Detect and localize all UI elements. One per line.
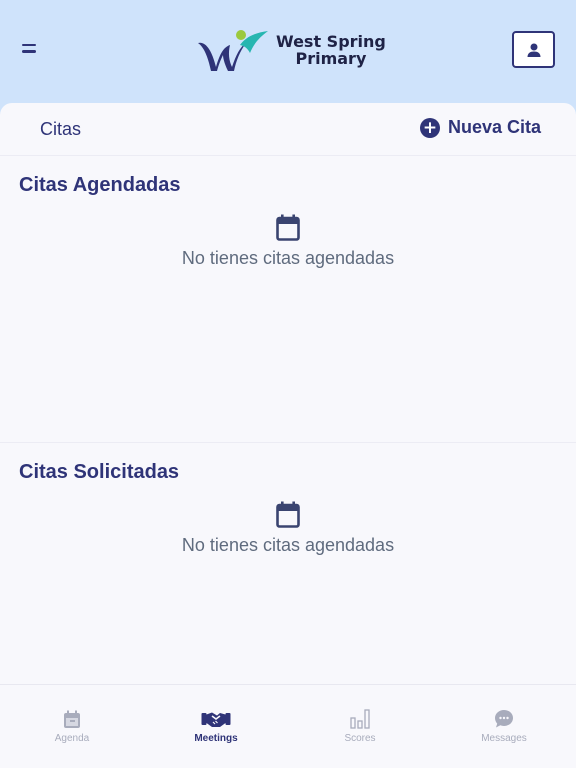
person-icon [527,43,540,57]
section-title: Citas Solicitadas [19,461,180,483]
profile-button[interactable] [512,31,555,68]
chat-bubble-icon [495,710,513,728]
calendar-icon [64,710,80,728]
bar-chart-icon [350,709,370,729]
logo-text-line2: Primary [295,49,367,68]
section-title: Citas Agendadas [19,174,181,196]
tab-messages[interactable]: Messages [432,685,576,768]
scheduled-appointments-section: Citas Agendadas No tienes citas agendada… [0,157,576,443]
tab-meetings[interactable]: Meetings [144,685,288,768]
page-title: Citas [40,119,82,139]
tab-label: Messages [481,733,527,744]
logo-text-line1: West Spring [276,32,386,51]
meetings-panel: Citas + Nueva Cita Citas Agendadas No ti… [0,103,576,684]
new-appointment-label: Nueva Cita [448,117,542,137]
plus-circle-icon: + [420,117,440,138]
tab-label: Meetings [194,733,238,744]
tab-agenda[interactable]: Agenda [0,685,144,768]
new-appointment-button[interactable]: + Nueva Cita [420,117,541,138]
menu-icon[interactable] [22,36,46,60]
school-logo: West Spring Primary [196,26,386,74]
top-bar: West Spring Primary [0,0,576,104]
logo-mark-icon [198,30,268,71]
tab-label: Agenda [54,733,90,744]
calendar-icon [276,214,300,241]
bottom-tab-bar: Agenda Meetings Scores Messages [0,684,576,768]
empty-state-text: No tienes citas agendadas [181,248,395,268]
tab-label: Scores [344,733,376,744]
calendar-icon [276,501,300,528]
panel-header: Citas + Nueva Cita [0,103,576,156]
tab-scores[interactable]: Scores [288,685,432,768]
requested-appointments-section: Citas Solicitadas No tienes citas agenda… [0,444,576,684]
handshake-icon [201,712,231,727]
empty-state-text: No tienes citas agendadas [181,535,395,555]
